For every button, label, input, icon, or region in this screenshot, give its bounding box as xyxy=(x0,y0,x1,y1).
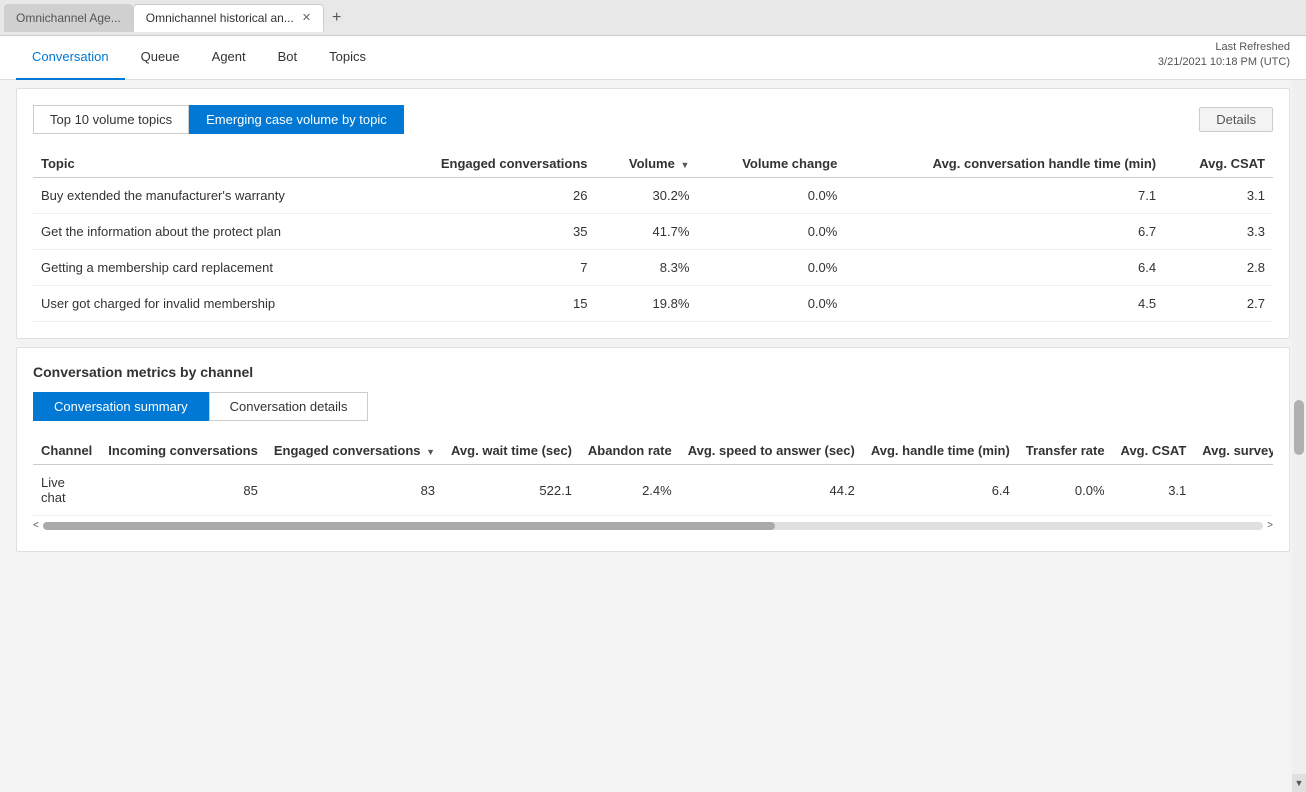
cell-volume: 41.7% xyxy=(596,214,698,250)
nav-topics[interactable]: Topics xyxy=(313,36,382,80)
tab-top10-volume[interactable]: Top 10 volume topics xyxy=(33,105,189,134)
table-row[interactable]: Buy extended the manufacturer's warranty… xyxy=(33,178,1273,214)
col-avg-wait: Avg. wait time (sec) xyxy=(443,437,580,465)
col-volume[interactable]: Volume ▼ xyxy=(596,150,698,178)
table-row[interactable]: Live chat 85 83 522.1 2.4% 44.2 6.4 0.0%… xyxy=(33,465,1273,516)
tab-conversation-summary[interactable]: Conversation summary xyxy=(33,392,209,421)
col-avg-csat: Avg. CSAT xyxy=(1113,437,1195,465)
topic-tabs: Top 10 volume topics Emerging case volum… xyxy=(33,105,1273,134)
cell-abandon-rate: 2.4% xyxy=(580,465,680,516)
cell-engaged: 26 xyxy=(379,178,596,214)
cell-avg-handle: 6.4 xyxy=(863,465,1018,516)
col-avg-csat: Avg. CSAT xyxy=(1164,150,1273,178)
scroll-left-icon[interactable]: < xyxy=(33,520,39,531)
cell-avg-csat: 3.3 xyxy=(1164,214,1273,250)
tab-label: Omnichannel Age... xyxy=(16,11,121,25)
details-button[interactable]: Details xyxy=(1199,107,1273,132)
cell-volume-change: 0.0% xyxy=(697,286,845,322)
table-row[interactable]: Getting a membership card replacement 7 … xyxy=(33,250,1273,286)
cell-engaged: 15 xyxy=(379,286,596,322)
vertical-scrollbar[interactable] xyxy=(1292,80,1306,780)
cell-avg-wait: 522.1 xyxy=(443,465,580,516)
sort-icon: ▼ xyxy=(680,160,689,170)
tab-emerging-volume[interactable]: Emerging case volume by topic xyxy=(189,105,404,134)
cell-engaged: 83 xyxy=(266,465,443,516)
col-topic: Topic xyxy=(33,150,379,178)
cell-avg-csat: 2.7 xyxy=(1164,286,1273,322)
horizontal-scrollbar[interactable]: < > xyxy=(33,516,1273,535)
table-row[interactable]: User got charged for invalid membership … xyxy=(33,286,1273,322)
main-content: Top 10 volume topics Emerging case volum… xyxy=(0,80,1306,792)
cell-incoming: 85 xyxy=(100,465,266,516)
col-volume-change: Volume change xyxy=(697,150,845,178)
col-channel: Channel xyxy=(33,437,100,465)
cell-avg-survey xyxy=(1194,465,1273,516)
close-icon[interactable]: ✕ xyxy=(302,11,311,24)
table-row[interactable]: Get the information about the protect pl… xyxy=(33,214,1273,250)
nav-bot[interactable]: Bot xyxy=(262,36,314,80)
cell-volume-change: 0.0% xyxy=(697,250,845,286)
cell-avg-handle: 4.5 xyxy=(845,286,1164,322)
last-refreshed-value: 3/21/2021 10:18 PM (UTC) xyxy=(1158,55,1290,70)
scrollbar-thumb[interactable] xyxy=(1294,400,1304,455)
cell-engaged: 35 xyxy=(379,214,596,250)
cell-channel: Live chat xyxy=(33,465,100,516)
nav-agent[interactable]: Agent xyxy=(196,36,262,80)
cell-engaged: 7 xyxy=(379,250,596,286)
cell-avg-csat: 3.1 xyxy=(1164,178,1273,214)
app-nav: Conversation Queue Agent Bot Topics Last… xyxy=(0,36,1306,80)
cell-transfer-rate: 0.0% xyxy=(1018,465,1113,516)
cell-topic: User got charged for invalid membership xyxy=(33,286,379,322)
cell-topic: Get the information about the protect pl… xyxy=(33,214,379,250)
top-topics-panel: Top 10 volume topics Emerging case volum… xyxy=(16,88,1290,339)
col-abandon-rate: Abandon rate xyxy=(580,437,680,465)
add-tab-button[interactable]: + xyxy=(324,9,349,27)
cell-volume: 8.3% xyxy=(596,250,698,286)
col-incoming: Incoming conversations xyxy=(100,437,266,465)
col-engaged: Engaged conversations xyxy=(379,150,596,178)
cell-volume-change: 0.0% xyxy=(697,178,845,214)
col-engaged[interactable]: Engaged conversations ▼ xyxy=(266,437,443,465)
cell-topic: Getting a membership card replacement xyxy=(33,250,379,286)
metrics-table: Channel Incoming conversations Engaged c… xyxy=(33,437,1273,516)
cell-volume: 30.2% xyxy=(596,178,698,214)
cell-volume: 19.8% xyxy=(596,286,698,322)
scroll-track[interactable] xyxy=(43,522,1263,530)
topics-table: Topic Engaged conversations Volume ▼ Vol… xyxy=(33,150,1273,322)
browser-tab-bar: Omnichannel Age... Omnichannel historica… xyxy=(0,0,1306,36)
cell-avg-handle: 6.4 xyxy=(845,250,1164,286)
cell-avg-csat: 2.8 xyxy=(1164,250,1273,286)
col-avg-handle: Avg. handle time (min) xyxy=(863,437,1018,465)
tab-conversation-details[interactable]: Conversation details xyxy=(209,392,369,421)
cell-avg-handle: 6.7 xyxy=(845,214,1164,250)
sub-tabs: Conversation summary Conversation detail… xyxy=(33,392,1273,421)
cell-avg-csat: 3.1 xyxy=(1113,465,1195,516)
scroll-thumb[interactable] xyxy=(43,522,775,530)
tab-omnichannel-historical[interactable]: Omnichannel historical an... ✕ xyxy=(133,4,324,32)
cell-volume-change: 0.0% xyxy=(697,214,845,250)
tab-label: Omnichannel historical an... xyxy=(146,11,294,25)
scroll-right-icon[interactable]: > xyxy=(1267,520,1273,531)
col-avg-survey: Avg. survey se xyxy=(1194,437,1273,465)
cell-avg-speed: 44.2 xyxy=(680,465,863,516)
cell-avg-handle: 7.1 xyxy=(845,178,1164,214)
section-title: Conversation metrics by channel xyxy=(33,364,1273,380)
sort-icon: ▼ xyxy=(426,447,435,457)
last-refreshed-label: Last Refreshed xyxy=(1158,40,1290,55)
nav-conversation[interactable]: Conversation xyxy=(16,36,125,80)
col-avg-handle: Avg. conversation handle time (min) xyxy=(845,150,1164,178)
last-refreshed: Last Refreshed 3/21/2021 10:18 PM (UTC) xyxy=(1158,40,1290,71)
metrics-panel: Conversation metrics by channel Conversa… xyxy=(16,347,1290,552)
col-transfer-rate: Transfer rate xyxy=(1018,437,1113,465)
nav-queue[interactable]: Queue xyxy=(125,36,196,80)
metrics-table-wrapper[interactable]: Channel Incoming conversations Engaged c… xyxy=(33,437,1273,516)
col-avg-speed: Avg. speed to answer (sec) xyxy=(680,437,863,465)
scroll-down-icon[interactable]: ▼ xyxy=(1292,774,1306,792)
cell-topic: Buy extended the manufacturer's warranty xyxy=(33,178,379,214)
tab-omnichannel-agent[interactable]: Omnichannel Age... xyxy=(4,4,133,32)
